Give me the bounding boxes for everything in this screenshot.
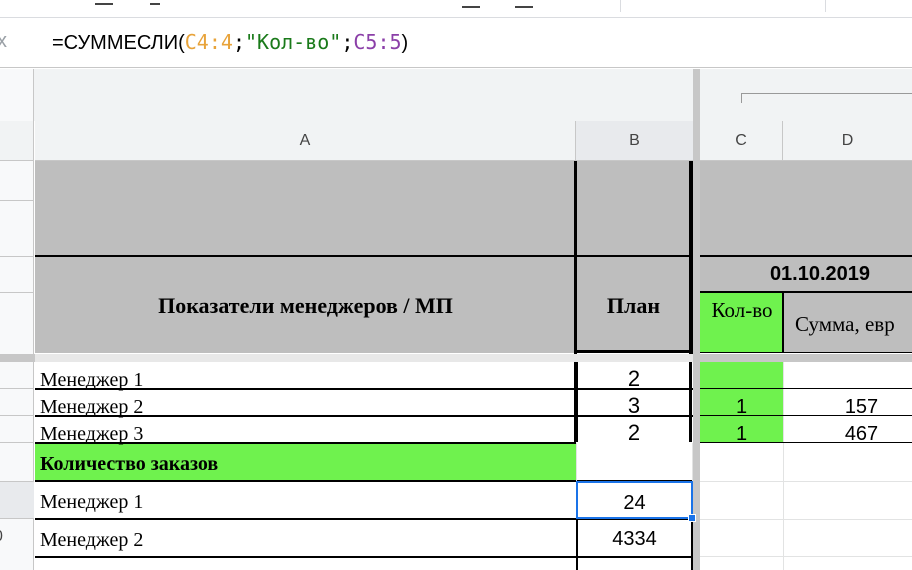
formula-token: C5:5 [353,30,402,54]
section-title: Количество заказов [40,453,219,475]
formula-bar: x =СУММЕСЛИ(C4:4;"Кол-во";C5:5) [0,18,912,68]
manager-name: Менеджер 1 [40,369,144,391]
undo-icon[interactable] [462,0,480,8]
formula-token: =СУММЕСЛИ( [52,32,185,54]
manager-name: Менеджер 3 [40,423,144,445]
toolbar-icon[interactable] [95,0,113,5]
formula-input[interactable]: =СУММЕСЛИ(C4:4;"Кол-во";C5:5) [52,30,408,55]
metrics-header: Показатели менеджеров / МП [158,293,453,318]
plan-value: 2 [627,420,641,445]
header-block-b [576,161,693,353]
formula-token: ; [232,30,245,54]
selected-cell[interactable]: 24 [576,481,693,519]
manager-name: Менеджер 1 [40,491,144,513]
toolbar [0,0,912,18]
row-number[interactable]: 0 [0,528,3,546]
corner-cell[interactable] [0,121,34,161]
column-header-c[interactable]: C [700,121,783,161]
group-bracket [741,93,912,103]
toolbar-divider [825,0,826,12]
formula-token: ) [401,32,409,54]
column-header-b[interactable]: B [576,121,693,161]
sum-header: Сумма, евр [795,312,895,336]
fx-icon: x [0,30,7,52]
formula-token: "Кол-во" [244,30,342,54]
manager-name: Менеджер 2 [40,529,144,551]
toolbar-divider [620,0,621,12]
column-header-d[interactable]: D [783,121,912,161]
qty-value: 1 [735,396,748,418]
qty-value: 1 [735,423,748,445]
plan-header: План [606,293,661,318]
toolbar-icon[interactable] [150,0,160,5]
selected-cell-value: 24 [623,492,646,514]
column-header-a[interactable]: A [35,121,576,161]
manager-name: Менеджер 2 [40,396,144,418]
qty-header: Кол-во [711,298,773,322]
sum-value: 467 [844,423,879,445]
qty-cell[interactable] [700,362,783,388]
formula-token: C4:4 [184,30,233,54]
header-block-a [35,161,576,353]
row-header-selected[interactable] [0,481,34,519]
frozen-divider-vertical[interactable] [693,69,700,570]
fill-handle[interactable] [688,514,696,522]
plan-value: 3 [627,393,641,418]
formula-token: ; [341,30,354,54]
order-plan-value: 4334 [612,528,657,550]
date-header: 01.10.2019 [769,263,871,285]
plan-value: 2 [627,366,641,391]
sum-value: 157 [844,396,879,418]
redo-icon[interactable] [515,0,533,8]
